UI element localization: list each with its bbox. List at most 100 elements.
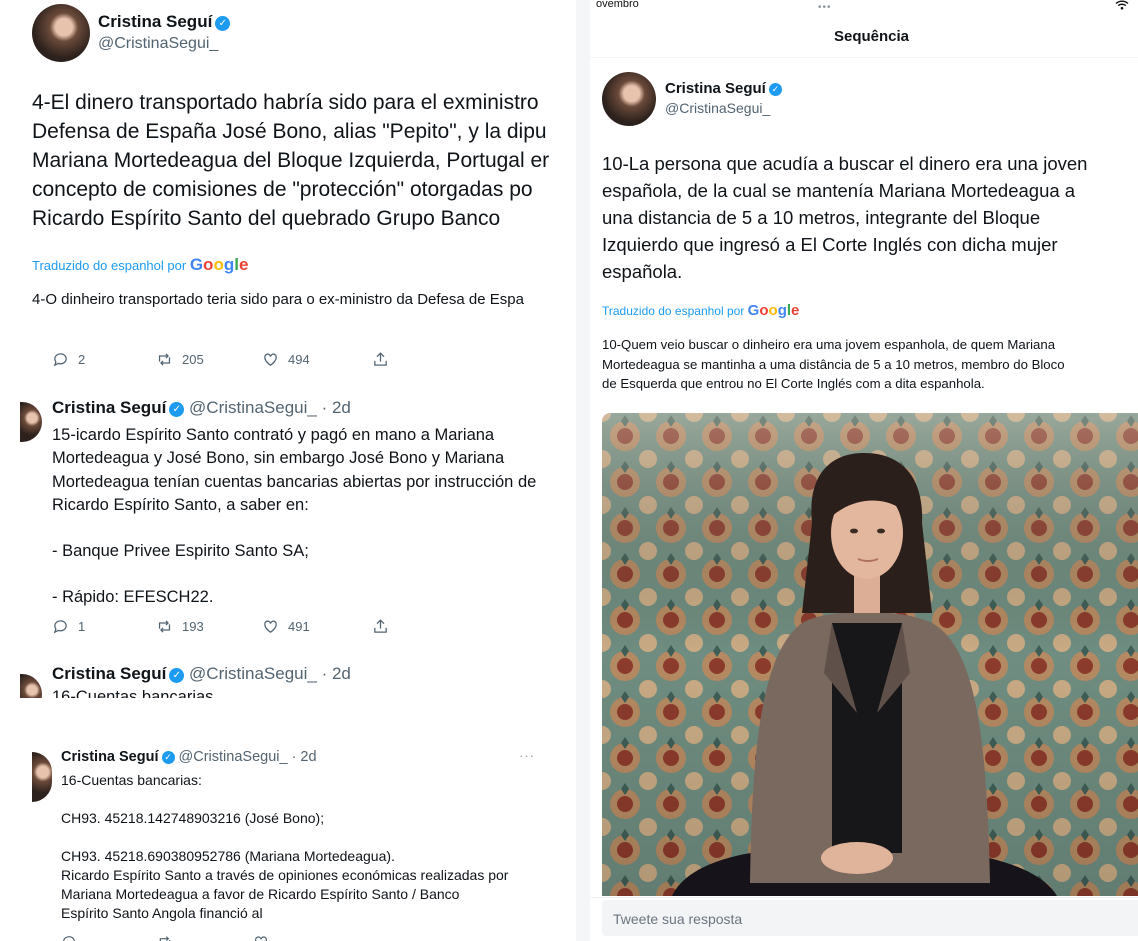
right-panel: ovembro ••• Sequência Cristina Seguí ✓ @C… (590, 0, 1138, 941)
handle-time[interactable]: @CristinaSegui_ · 2d (179, 749, 317, 765)
retweet-icon[interactable] (157, 934, 173, 941)
verified-icon: ✓ (161, 751, 175, 764)
verified-icon: ✓ (169, 668, 185, 683)
photo-image (602, 413, 1138, 896)
translation-line: Mortedeagua se mantinha a uma distância … (602, 356, 1065, 372)
page-title: Sequência (834, 28, 910, 45)
author-name[interactable]: Cristina Seguí (61, 749, 159, 765)
left-panel: Cristina Seguí ✓ @CristinaSegui_ 4-El din… (0, 0, 570, 941)
tweet-line: Mortedeagua y José Bono, sin embargo Jos… (52, 449, 505, 468)
tweet-line: Mariana Mortedeagua a favor de Ricardo E… (61, 886, 460, 902)
author-name[interactable]: Cristina Seguí (52, 398, 166, 417)
status-bar-dots: ••• (818, 2, 832, 13)
reply-count: 2 (78, 352, 86, 367)
reply-icon[interactable] (61, 934, 77, 941)
handle-time[interactable]: @CristinaSegui_ · 2d (189, 398, 351, 417)
translated-by[interactable]: Traduzido do espanhol por Google (602, 302, 799, 319)
tweet-line: Ricardo Espírito Santo, a saber en: (52, 495, 309, 514)
translation-text: 4-O dinheiro transportado teria sido par… (32, 291, 524, 308)
tweet-line: - Rápido: EFESCH22. (52, 588, 214, 607)
avatar[interactable] (20, 674, 42, 698)
tweet-line (61, 828, 566, 847)
share-button[interactable] (372, 618, 389, 635)
retweet-icon (158, 353, 171, 366)
reply-button[interactable]: 1 (52, 618, 156, 635)
author-name[interactable]: Cristina Seguí (52, 664, 166, 683)
tweet-header: Cristina Seguí ✓ @CristinaSegui_ · 2d (52, 398, 351, 418)
verified-icon: ✓ (169, 402, 185, 417)
author-name-text: Cristina Seguí (665, 80, 766, 97)
tweet-body: 4-El dinero transportado habría sido par… (32, 88, 562, 233)
translated-label: Traduzido do espanhol por (32, 258, 187, 273)
avatar[interactable] (32, 4, 90, 62)
like-count: 494 (288, 352, 310, 367)
reply-input[interactable]: Tweete sua resposta (602, 900, 1138, 936)
panel-divider (576, 0, 590, 941)
tweet-header: Cristina Seguí ✓ @CristinaSegui_ · 2d (52, 664, 351, 684)
tweet-line: CH93. 45218.142748903216 (José Bono); (61, 810, 325, 826)
google-logo: Google (189, 255, 249, 274)
tweet-line (61, 790, 566, 809)
retweet-count: 193 (182, 619, 204, 634)
avatar[interactable] (32, 752, 52, 802)
share-button[interactable] (372, 351, 389, 368)
retweet-count: 205 (182, 352, 204, 367)
tweet-actions: 2 205 494 (52, 351, 392, 368)
like-button[interactable]: 494 (262, 351, 372, 368)
author-name[interactable]: Cristina Seguí ✓ (98, 12, 231, 32)
share-icon (374, 619, 387, 633)
tweet-line: 16-Cuentas bancarias (52, 688, 214, 698)
author-handle[interactable]: @CristinaSegui_ (98, 35, 218, 53)
translated-label: Traduzido do espanhol por (602, 304, 745, 318)
translation-line: 10-Quem veio buscar o dinheiro era uma j… (602, 337, 1056, 352)
tweet-actions-cropped (61, 934, 401, 941)
tweet-line: española. (602, 261, 683, 282)
author-name[interactable]: Cristina Seguí ✓ (665, 80, 782, 97)
reply-icon (53, 353, 67, 367)
verified-icon: ✓ (768, 83, 782, 96)
tweet-line (52, 517, 567, 540)
tweet-line: Mariana Mortedeagua del Bloque Izquierda… (32, 149, 550, 172)
more-options-icon[interactable]: ··· (519, 748, 535, 763)
tweet-body: 16-Cuentas bancarias: CH93. 45218.142748… (61, 771, 566, 923)
tweet-line: 10-La persona que acudía a buscar el din… (602, 153, 1088, 174)
tweet-line (52, 563, 567, 586)
like-button[interactable]: 491 (262, 618, 372, 635)
tweet-line: una distancia de 5 a 10 metros, integran… (602, 207, 1041, 228)
tweet-line: Ricardo Espírito Santo del quebrado Grup… (32, 207, 501, 230)
tweet-line: CH93. 45218.690380952786 (Mariana Morted… (61, 848, 395, 864)
tweet-cropped: Cristina Seguí ✓ @CristinaSegui_ · 2d 16-… (0, 660, 570, 698)
handle-time[interactable]: @CristinaSegui_ · 2d (189, 664, 351, 683)
reply-button[interactable]: 2 (52, 351, 156, 368)
avatar[interactable] (602, 72, 656, 126)
google-logo: Google (747, 302, 800, 319)
tweet-line: Defensa de España José Bono, alias "Pepi… (32, 120, 547, 143)
tweet-line: - Banque Privee Espirito Santo SA; (52, 542, 309, 561)
tweet-line: 4-El dinero transportado habría sido par… (32, 91, 539, 114)
reply-bar-divider (590, 897, 1138, 898)
translation-text: 10-Quem veio buscar o dinheiro era uma j… (602, 335, 1138, 394)
wifi-icon (1115, 0, 1129, 10)
translation-line: de Esquerda que entrou no El Corte Inglé… (602, 376, 985, 391)
avatar[interactable] (20, 402, 42, 442)
tweet-body: 10-La persona que acudía a buscar el din… (602, 150, 1138, 285)
retweet-button[interactable]: 193 (156, 618, 262, 635)
status-bar-date: ovembro (596, 0, 639, 10)
reply-icon (53, 620, 67, 634)
tweet-line: Espírito Santo Angola financió al (61, 905, 263, 921)
tweet-line: española, de la cual se mantenía Mariana… (602, 180, 1076, 201)
tweet-line: concepto de comisiones de "protección" o… (32, 178, 533, 201)
verified-icon: ✓ (215, 16, 231, 31)
author-handle[interactable]: @CristinaSegui_ (665, 100, 770, 116)
translated-by[interactable]: Traduzido do espanhol por Google (32, 255, 248, 275)
tweet-body: 15-icardo Espírito Santo contrató y pagó… (52, 424, 567, 610)
tweet-photo[interactable] (602, 413, 1138, 896)
tweet-line: 15-icardo Espírito Santo contrató y pagó… (52, 426, 495, 444)
reply-placeholder: Tweete sua resposta (613, 911, 743, 927)
tweet-line: Mortedeagua tenían cuentas bancarias abi… (52, 472, 537, 491)
tweet-line: 16-Cuentas bancarias: (61, 772, 202, 788)
header-divider (590, 57, 1138, 58)
retweet-button[interactable]: 205 (156, 351, 262, 368)
heart-icon[interactable] (253, 934, 269, 941)
reply-count: 1 (78, 619, 86, 634)
